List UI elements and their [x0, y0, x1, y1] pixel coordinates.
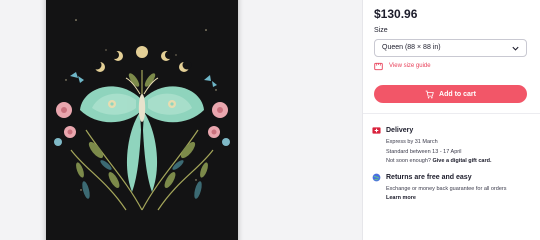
duvet-cover-image[interactable] [46, 0, 238, 240]
size-select[interactable]: Queen (88 × 88 in) [374, 39, 527, 57]
size-label: Size [374, 27, 388, 34]
chevron-down-icon [512, 46, 519, 51]
delivery-flag-icon [372, 127, 381, 134]
globe-icon [372, 173, 381, 182]
product-price: $130.96 [374, 7, 418, 21]
add-to-cart-button[interactable]: Add to cart [374, 85, 527, 103]
delivery-standard: Standard between 13 - 17 April [386, 149, 462, 155]
ruler-icon [374, 62, 383, 70]
learn-more-link[interactable]: Learn more [386, 195, 416, 201]
gift-card-line: Not soon enough? Give a digital gift car… [386, 158, 492, 164]
returns-title: Returns are free and easy [386, 174, 472, 181]
size-selected-value: Queen (88 × 88 in) [382, 44, 441, 51]
returns-text: Exchange or money back guarantee for all… [386, 186, 507, 192]
luna-moth-illustration [54, 19, 230, 211]
product-details-panel: $130.96 Size Queen (88 × 88 in) View siz… [363, 0, 540, 240]
product-image-area [0, 0, 362, 240]
size-guide-label: View size guide [389, 63, 431, 69]
section-divider [363, 113, 540, 114]
add-to-cart-label: Add to cart [439, 90, 476, 98]
cart-icon [425, 90, 434, 98]
gift-card-link[interactable]: Give a digital gift card. [433, 158, 492, 164]
gift-card-prefix: Not soon enough? [386, 158, 431, 164]
delivery-title: Delivery [386, 127, 414, 134]
delivery-express: Express by 31 March [386, 139, 438, 145]
size-guide-link[interactable]: View size guide [374, 61, 431, 71]
